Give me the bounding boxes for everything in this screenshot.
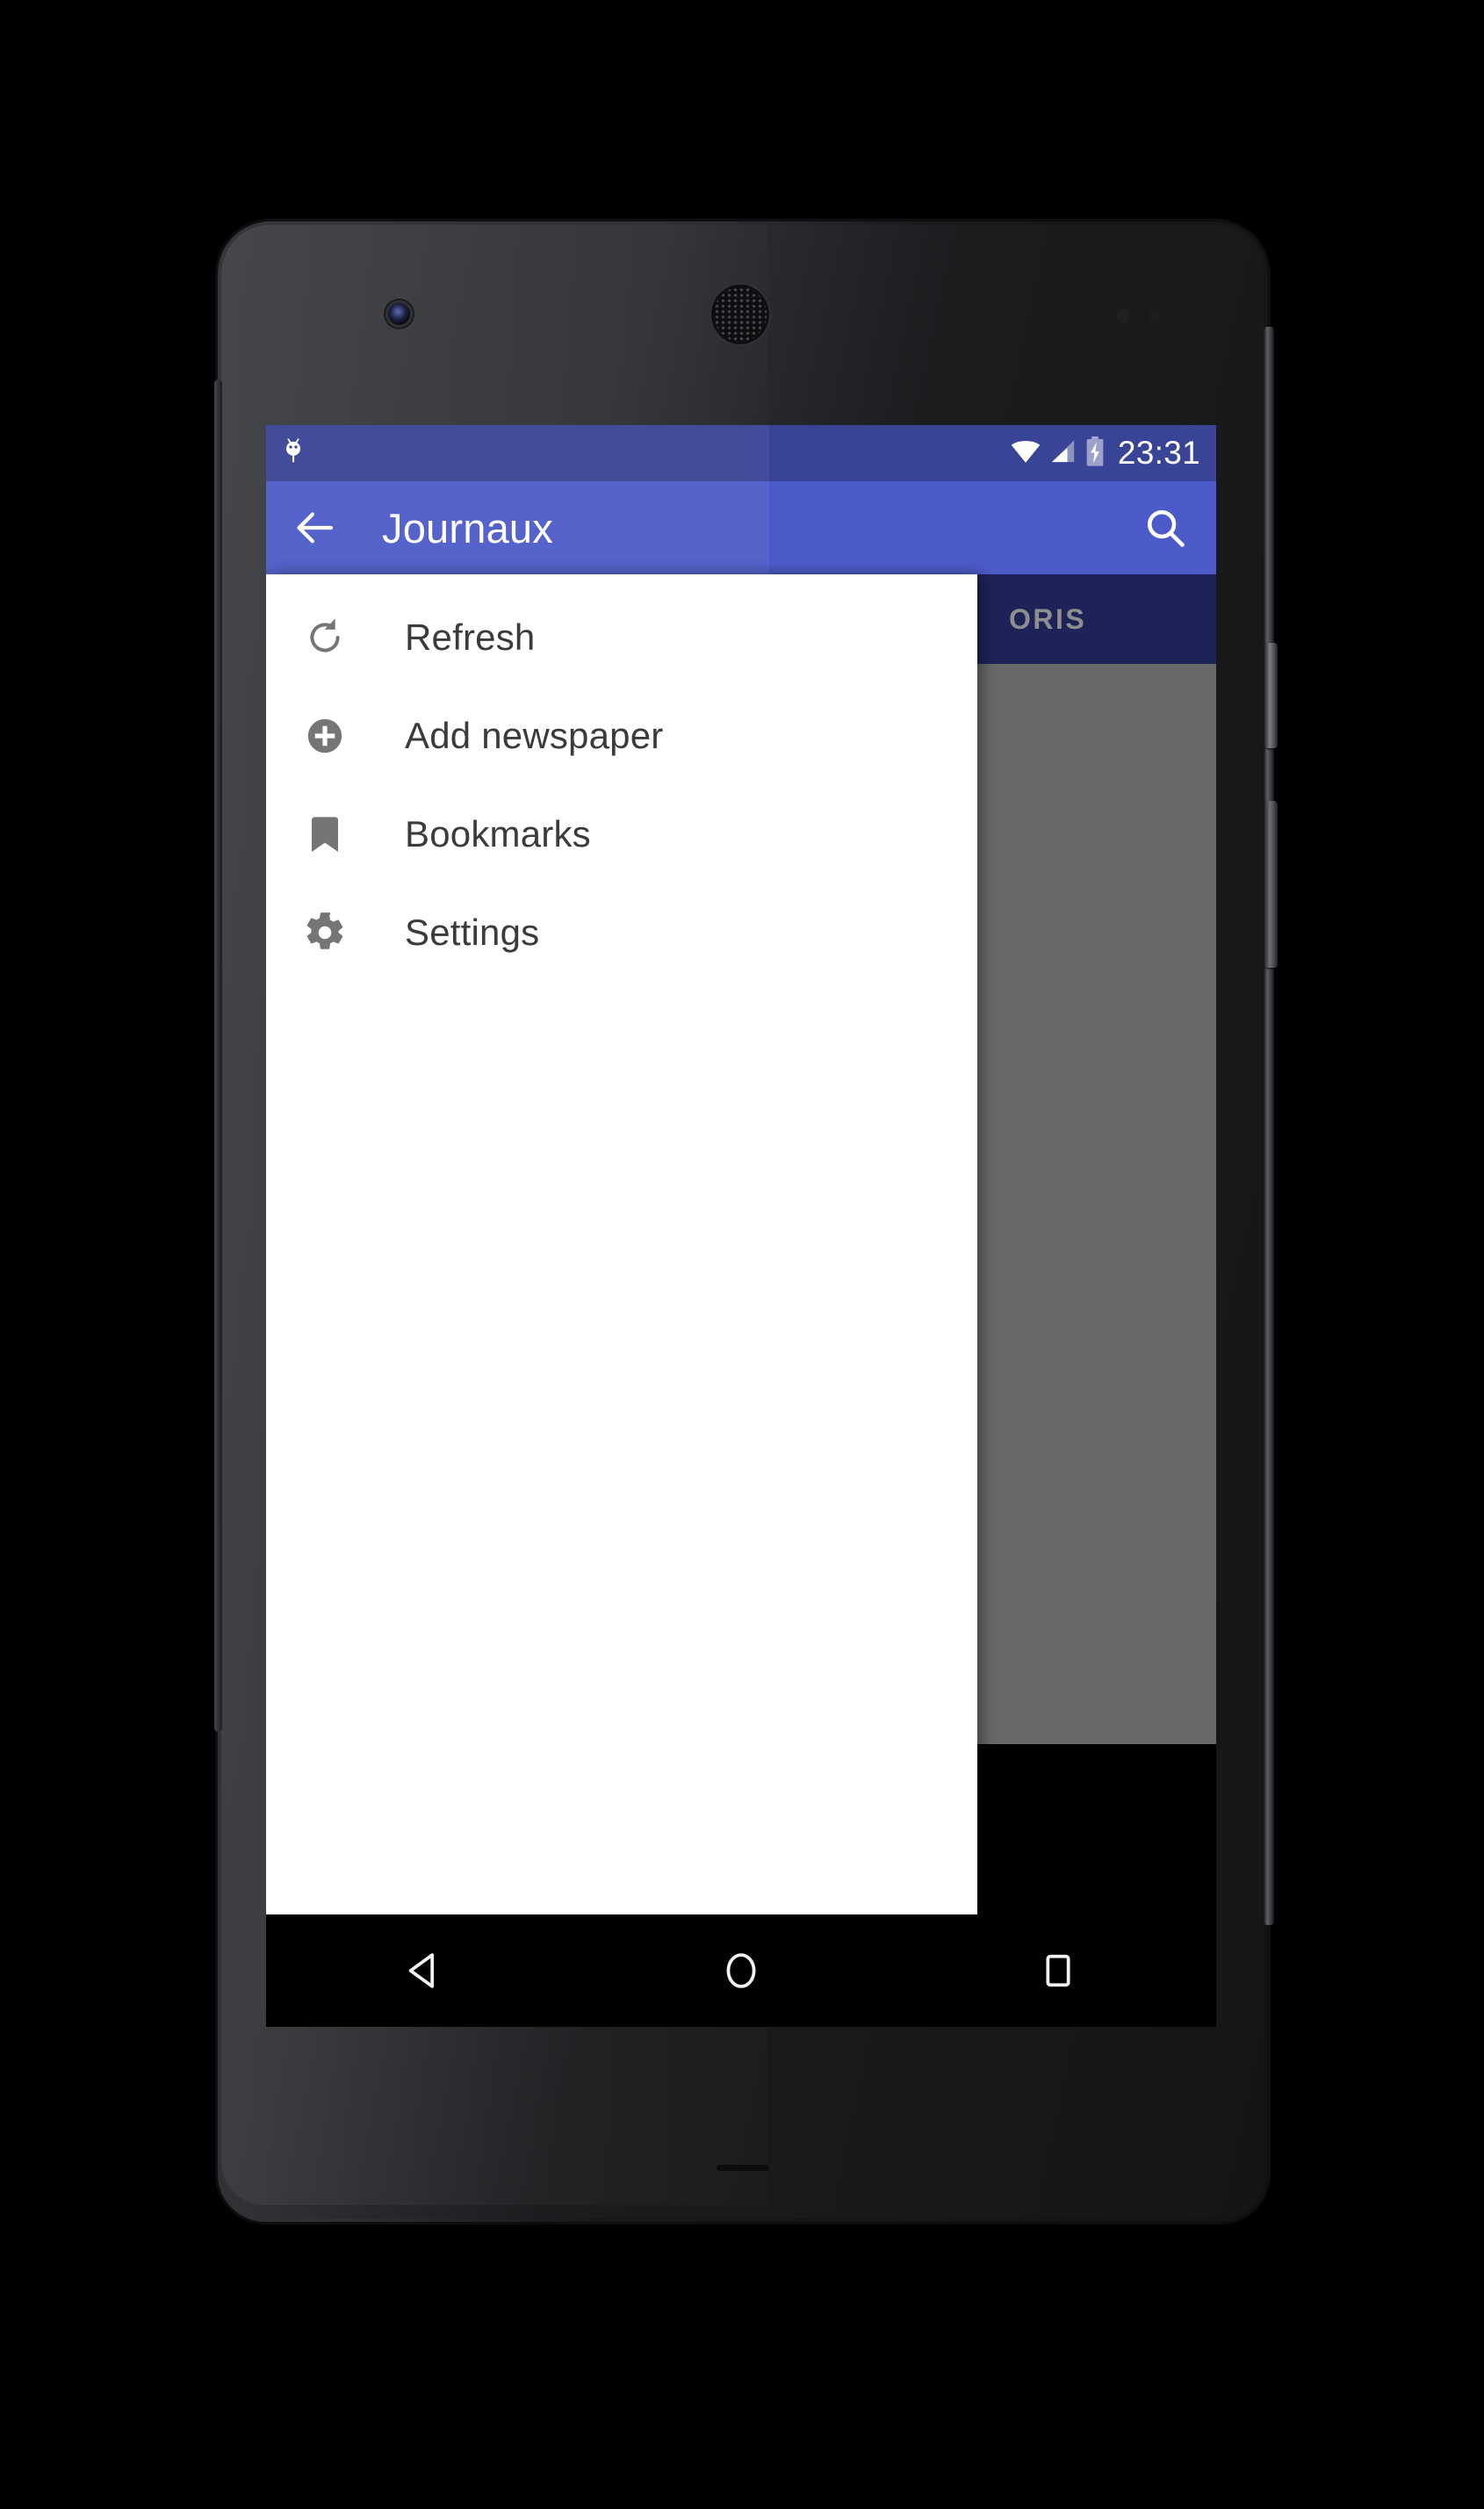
recents-square-icon[interactable] [1005,1927,1111,2015]
drawer-item-bookmarks[interactable]: Bookmarks [266,785,977,883]
volume-rocker-button[interactable] [1264,801,1278,968]
drawer-item-label: Settings [405,912,540,953]
bottom-microphone [717,2165,769,2171]
add-circle-icon [299,710,350,761]
ambient-light-sensor [1149,310,1160,321]
refresh-icon [299,612,350,663]
earpiece-mesh [714,287,767,342]
gear-icon [299,907,350,958]
status-bar: 23:31 [266,425,1216,481]
tab-categories[interactable]: ORIS [969,603,1127,636]
home-circle-icon[interactable] [688,1927,794,2015]
arrow-back-icon[interactable] [284,496,347,559]
back-triangle-icon[interactable] [371,1927,477,2015]
drawer-item-label: Add newspaper [405,715,664,756]
phone-left-edge [214,379,222,1732]
phone-screen: 23:31 Journaux ORIS Refresh Add newspape… [266,425,1216,2027]
drawer-item-label: Bookmarks [405,813,591,854]
status-bar-clock: 23:31 [1117,435,1200,471]
android-debug-icon [280,436,306,471]
wifi-icon [1010,438,1041,469]
proximity-sensor [1117,308,1129,323]
phone-device: 23:31 Journaux ORIS Refresh Add newspape… [214,221,1278,2222]
earpiece-speaker [711,285,769,344]
drawer-item-add-newspaper[interactable]: Add newspaper [266,687,977,785]
status-bar-left [280,436,306,471]
page-title: Journaux [382,504,553,552]
status-bar-gloss [266,425,770,481]
drawer-item-settings[interactable]: Settings [266,883,977,982]
phone-right-edge [1264,327,1274,1925]
navigation-drawer: Refresh Add newspaper Bookmarks Settings [266,574,977,1914]
power-button[interactable] [1264,643,1278,748]
search-icon[interactable] [1134,496,1197,559]
drawer-item-refresh[interactable]: Refresh [266,588,977,687]
drawer-item-label: Refresh [405,616,536,658]
status-bar-right: 23:31 [1010,435,1200,472]
battery-charging-icon [1084,436,1106,471]
system-navigation-bar [266,1914,1216,2027]
bookmark-icon [299,809,350,860]
app-toolbar: Journaux [266,481,1216,574]
front-camera [388,303,410,325]
cellular-signal-icon [1049,438,1077,469]
